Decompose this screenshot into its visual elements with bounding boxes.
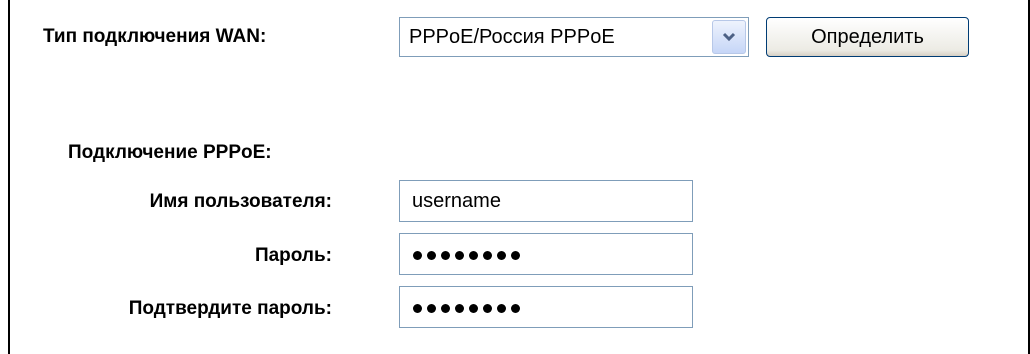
password-mask-dot [497, 251, 506, 260]
password-label: Пароль: [254, 245, 332, 266]
dropdown-arrow-button[interactable] [712, 20, 746, 54]
username-value: username [412, 190, 501, 212]
username-label: Имя пользователя: [149, 191, 332, 212]
password-mask-dot [469, 251, 478, 260]
password-input[interactable] [399, 233, 693, 275]
password-mask-dot [441, 251, 450, 260]
password-mask-dot [441, 304, 450, 313]
password-mask-dot [455, 304, 464, 313]
username-input[interactable]: username [399, 180, 693, 222]
password-mask-dot [511, 304, 520, 313]
pppoe-section-title: Подключение PPPoE: [68, 142, 272, 163]
password-mask-dot [413, 304, 422, 313]
confirm-password-label: Подтвердите пароль: [128, 298, 332, 319]
detect-button[interactable]: Определить [766, 17, 969, 57]
password-mask-dot [511, 251, 520, 260]
chevron-down-icon [722, 32, 736, 42]
password-mask-dot [427, 251, 436, 260]
wan-settings-panel: Тип подключения WAN: PPPoE/Россия PPPoE … [8, 0, 1030, 354]
password-mask-dot [427, 304, 436, 313]
password-mask-dot [497, 304, 506, 313]
wan-connection-type-label: Тип подключения WAN: [43, 26, 267, 47]
password-mask-dot [483, 251, 492, 260]
password-mask-dot [455, 251, 464, 260]
password-mask [413, 251, 520, 260]
wan-connection-type-select[interactable]: PPPoE/Россия PPPoE [399, 17, 749, 57]
password-mask-dot [469, 304, 478, 313]
password-mask-dot [483, 304, 492, 313]
password-mask-dot [413, 251, 422, 260]
wan-connection-type-value: PPPoE/Россия PPPoE [409, 26, 615, 48]
confirm-password-input[interactable] [399, 286, 693, 328]
confirm-password-mask [413, 304, 520, 313]
